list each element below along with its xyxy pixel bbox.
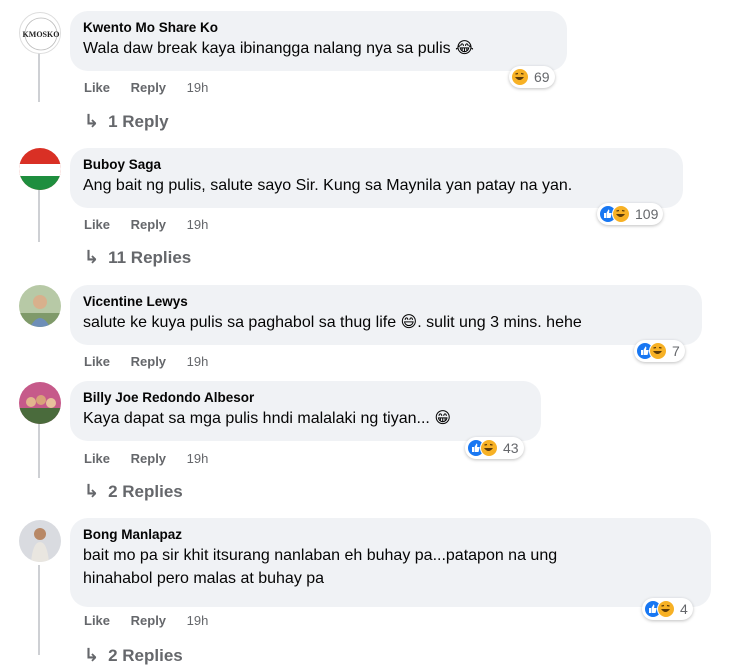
- kmosko-logo-icon: KMOSKO: [21, 14, 60, 53]
- comment-timestamp[interactable]: 19h: [187, 354, 209, 369]
- like-button[interactable]: Like: [84, 217, 110, 232]
- comment-author[interactable]: Vicentine Lewys: [83, 293, 688, 311]
- reply-arrow-icon: ↳: [84, 481, 100, 501]
- view-replies-link[interactable]: ↳ 11 Replies: [84, 247, 191, 268]
- reaction-summary[interactable]: 43: [465, 437, 524, 459]
- thread-line: [38, 50, 40, 102]
- profile-photo-icon: [19, 520, 61, 562]
- reply-button[interactable]: Reply: [131, 80, 166, 95]
- comment-timestamp[interactable]: 19h: [187, 613, 209, 628]
- haha-reaction-icon: [649, 342, 667, 360]
- avatar[interactable]: KMOSKO: [19, 12, 61, 54]
- reaction-count: 4: [680, 601, 688, 617]
- reaction-summary[interactable]: 109: [597, 203, 664, 225]
- haha-reaction-icon: [657, 600, 675, 618]
- comment-timestamp[interactable]: 19h: [187, 80, 209, 95]
- reply-button[interactable]: Reply: [131, 354, 166, 369]
- replies-count: 2 Replies: [108, 481, 183, 501]
- avatar[interactable]: [19, 520, 61, 562]
- avatar[interactable]: [19, 285, 61, 327]
- group-photo-icon: [19, 382, 61, 424]
- comment-author[interactable]: Kwento Mo Share Ko: [83, 19, 553, 37]
- comment-timestamp[interactable]: 19h: [187, 451, 209, 466]
- view-replies-link[interactable]: ↳ 2 Replies: [84, 645, 183, 666]
- comment-bubble: Buboy Saga Ang bait ng pulis, salute say…: [70, 148, 683, 208]
- comment-text: salute ke kuya pulis sa paghabol sa thug…: [83, 314, 582, 331]
- comment-timestamp[interactable]: 19h: [187, 217, 209, 232]
- comment-text-line-2: hinahabol pero malas at buhay pa: [83, 570, 325, 587]
- comment-author[interactable]: Buboy Saga: [83, 156, 669, 174]
- avatar[interactable]: [19, 382, 61, 424]
- comment-bubble: Kwento Mo Share Ko Wala daw break kaya i…: [70, 11, 567, 71]
- thread-line: [38, 422, 40, 478]
- reply-arrow-icon: ↳: [84, 111, 100, 131]
- reaction-summary[interactable]: 69: [509, 66, 555, 88]
- comment-text: Kaya dapat sa mga pulis hndi malalaki ng…: [83, 410, 451, 427]
- reply-button[interactable]: Reply: [131, 217, 166, 232]
- comment-text-line-1: bait mo pa sir khit itsurang nanlaban eh…: [83, 547, 558, 564]
- comment-actions: Like Reply 19h: [84, 613, 208, 629]
- flag-avatar-icon: [19, 148, 61, 190]
- thread-line: [38, 565, 40, 655]
- profile-photo-icon: [19, 285, 61, 327]
- svg-text:KMOSKO: KMOSKO: [23, 30, 60, 39]
- comment-actions: Like Reply 19h: [84, 80, 208, 96]
- like-button[interactable]: Like: [84, 451, 110, 466]
- comment-bubble: Bong Manlapaz bait mo pa sir khit itsura…: [70, 518, 711, 607]
- like-button[interactable]: Like: [84, 613, 110, 628]
- reaction-count: 69: [534, 69, 550, 85]
- like-button[interactable]: Like: [84, 354, 110, 369]
- comment-text: Ang bait ng pulis, salute sayo Sir. Kung…: [83, 177, 573, 194]
- comment-actions: Like Reply 19h: [84, 354, 208, 370]
- haha-reaction-icon: [511, 68, 529, 86]
- comment-author[interactable]: Bong Manlapaz: [83, 526, 697, 544]
- comment-bubble: Billy Joe Redondo Albesor Kaya dapat sa …: [70, 381, 541, 441]
- comment-actions: Like Reply 19h: [84, 451, 208, 467]
- comment-text: Wala daw break kaya ibinangga nalang nya…: [83, 40, 474, 57]
- replies-count: 11 Replies: [108, 247, 192, 267]
- haha-reaction-icon: [612, 205, 630, 223]
- avatar[interactable]: [19, 148, 61, 190]
- comment-bubble: Vicentine Lewys salute ke kuya pulis sa …: [70, 285, 702, 345]
- reaction-count: 43: [503, 440, 519, 456]
- reply-button[interactable]: Reply: [131, 613, 166, 628]
- reply-button[interactable]: Reply: [131, 451, 166, 466]
- reaction-count: 109: [635, 206, 659, 222]
- reaction-summary[interactable]: 4: [642, 598, 693, 620]
- view-replies-link[interactable]: ↳ 2 Replies: [84, 481, 183, 502]
- haha-reaction-icon: [480, 439, 498, 457]
- replies-count: 2 Replies: [108, 645, 183, 665]
- like-button[interactable]: Like: [84, 80, 110, 95]
- reaction-summary[interactable]: 7: [634, 340, 685, 362]
- comment-actions: Like Reply 19h: [84, 217, 208, 233]
- reaction-count: 7: [672, 343, 680, 359]
- replies-count: 1 Reply: [108, 111, 169, 131]
- view-replies-link[interactable]: ↳ 1 Reply: [84, 111, 169, 132]
- comment-author[interactable]: Billy Joe Redondo Albesor: [83, 389, 527, 407]
- thread-line: [38, 190, 40, 242]
- reply-arrow-icon: ↳: [84, 645, 100, 665]
- reply-arrow-icon: ↳: [84, 247, 100, 267]
